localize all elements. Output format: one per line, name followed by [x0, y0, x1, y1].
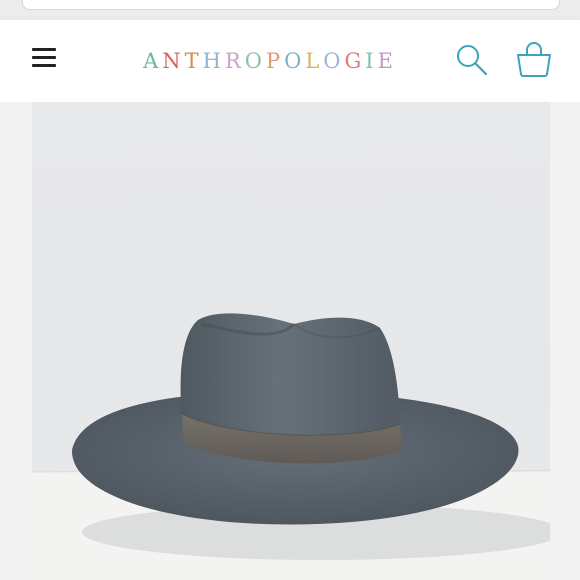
logo-letter: A [143, 49, 163, 73]
logo-letter: L [305, 49, 324, 73]
search-icon[interactable] [454, 42, 490, 78]
logo-letter: P [265, 49, 285, 73]
logo-letter: O [284, 49, 306, 73]
logo-letter: O [323, 49, 345, 73]
product-image-area [0, 102, 580, 580]
logo-letter: H [202, 49, 225, 73]
hamburger-menu-icon[interactable] [30, 44, 58, 72]
logo-letter: R [224, 49, 245, 73]
brand-logo[interactable]: ANTHROPOLOGIE [120, 46, 420, 76]
site-header: ANTHROPOLOGIE [0, 20, 580, 102]
logo-letter: N [162, 49, 185, 73]
browser-top-bar [0, 0, 580, 20]
address-bar[interactable] [22, 0, 560, 10]
logo-letter: E [377, 49, 397, 73]
shopping-bag-icon[interactable] [514, 42, 554, 78]
logo-letter: I [365, 49, 378, 73]
logo-letter: G [344, 49, 366, 73]
logo-letter: O [244, 49, 266, 73]
logo-letter: T [184, 49, 203, 73]
product-photo[interactable] [32, 102, 550, 580]
